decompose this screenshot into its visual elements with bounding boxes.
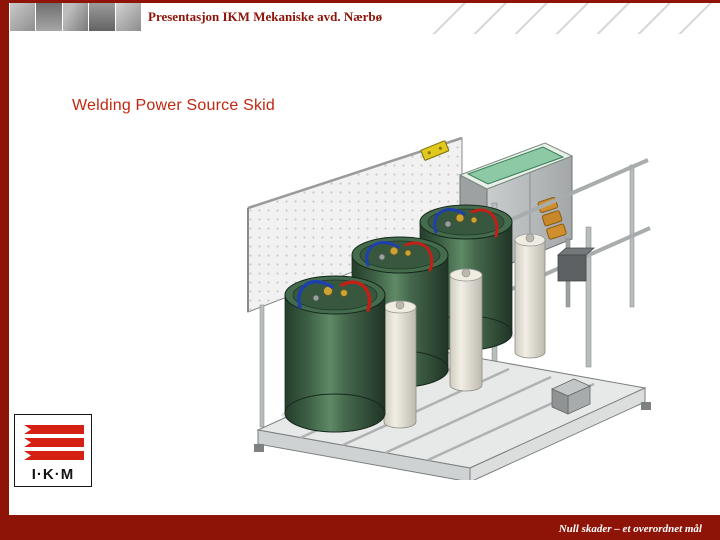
slide-footer: Null skader – et overordnet mål (0, 515, 720, 540)
ikm-logo: I·K·M (14, 414, 92, 487)
capacitor-cylinder-3 (514, 233, 546, 359)
tank-front (284, 275, 386, 433)
footer-text: Null skader – et overordnet mål (558, 523, 702, 535)
slide-heading: Welding Power Source Skid (72, 97, 276, 114)
header-photo-strip (10, 3, 142, 31)
capacitor-cylinder-2 (449, 268, 483, 392)
welding-skid-cad-drawing (247, 136, 651, 480)
slide-header: Presentasjon IKM Mekaniske avd. Nærbø (9, 3, 720, 34)
logo-stripes (24, 425, 84, 460)
header-photo (10, 3, 36, 31)
presentation-slide: Presentasjon IKM Mekaniske avd. Nærbø We… (0, 0, 720, 540)
header-photo (89, 3, 115, 31)
header-photo (115, 3, 142, 31)
header-title: Presentasjon IKM Mekaniske avd. Nærbø (148, 9, 383, 24)
logo-text: I·K·M (31, 466, 75, 483)
header-diagonal-lines (425, 3, 720, 34)
left-accent-strip (0, 0, 9, 540)
header-photo (62, 3, 89, 31)
capacitor-cylinder-1 (383, 300, 417, 429)
slide-image (230, 127, 662, 480)
header-photo (36, 3, 62, 31)
